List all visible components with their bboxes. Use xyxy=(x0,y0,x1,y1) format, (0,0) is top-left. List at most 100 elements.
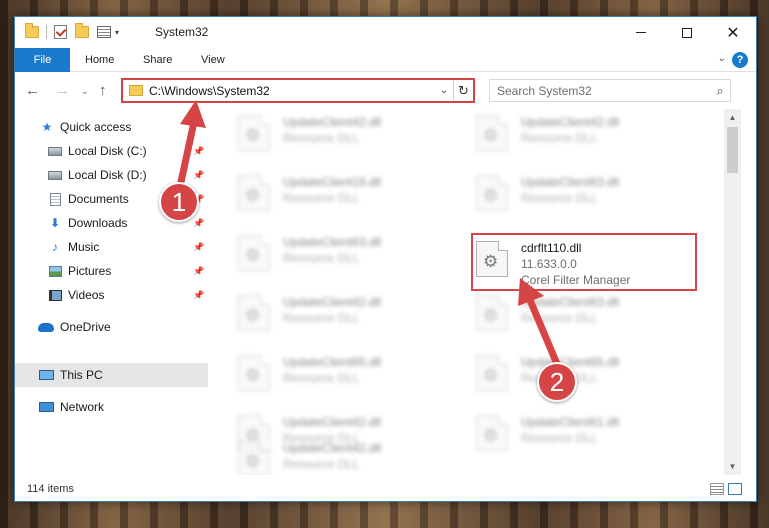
sidebar-item-label: Local Disk (D:) xyxy=(68,168,147,182)
dll-file-icon: ⚙ xyxy=(476,175,508,211)
file-type: Resource DLL xyxy=(283,457,360,471)
address-path[interactable]: C:\Windows\System32 xyxy=(149,84,435,98)
tab-view[interactable]: View xyxy=(201,48,225,72)
close-button[interactable]: ✕ xyxy=(710,17,756,48)
window-title: System32 xyxy=(155,25,209,39)
file-type: Resource DLL xyxy=(283,371,360,385)
properties-icon[interactable] xyxy=(97,26,111,38)
dll-file-icon: ⚙ xyxy=(476,415,508,451)
scrollbar-thumb[interactable] xyxy=(727,127,738,173)
close-icon: ✕ xyxy=(726,24,740,42)
search-icon[interactable]: ⌕ xyxy=(710,83,730,99)
item-count: 114 items xyxy=(27,483,74,495)
file-name: UpdateClient42.dll xyxy=(283,115,382,129)
file-highlight-box xyxy=(471,233,697,291)
sidebar-item-pictures[interactable]: Pictures 📌 xyxy=(15,259,208,283)
sidebar-item-label: Local Disk (C:) xyxy=(68,144,147,158)
file-tile[interactable]: ⚙ UpdateClient65.dll Resource DLL xyxy=(228,349,448,397)
search-input[interactable]: Search System32 xyxy=(497,84,710,98)
file-name: UpdateClient63.dll xyxy=(283,235,382,249)
tab-share[interactable]: Share xyxy=(143,48,172,72)
refresh-icon[interactable]: ↻ xyxy=(453,80,473,101)
file-type: Resource DLL xyxy=(283,191,360,205)
sidebar-item-onedrive[interactable]: OneDrive xyxy=(15,315,208,339)
forward-arrow-icon[interactable]: → xyxy=(55,82,70,99)
properties-check-icon[interactable] xyxy=(54,25,67,39)
pin-icon: 📌 xyxy=(193,241,205,252)
file-tile[interactable]: ⚙ UpdateClient42.dll Resource DLL xyxy=(466,109,686,157)
pin-icon: 📌 xyxy=(193,145,205,156)
disk-icon xyxy=(47,168,63,182)
sidebar-item-label: Music xyxy=(68,240,100,254)
dll-file-icon: ⚙ xyxy=(238,175,270,211)
dll-file-icon: ⚙ xyxy=(238,235,270,271)
this-pc-icon xyxy=(38,368,54,382)
address-bar[interactable]: C:\Windows\System32 ⌄ ↻ xyxy=(121,78,475,103)
disk-icon xyxy=(47,144,63,158)
file-tile[interactable]: ⚙ UpdateClient65.dll Resource DLL xyxy=(466,349,686,397)
file-list: ⚙ UpdateClient42.dll Resource DLL ⚙ Upda… xyxy=(208,109,724,475)
sidebar-item-quick-access[interactable]: ★ Quick access xyxy=(15,115,208,139)
file-tile[interactable]: ⚙ UpdateClient42.dll Resource DLL xyxy=(228,289,448,337)
file-name: UpdateClient65.dll xyxy=(283,355,382,369)
file-type: Resource DLL xyxy=(521,191,598,205)
file-tile[interactable]: ⚙ UpdateClient63.dll Resource DLL xyxy=(466,169,686,217)
scroll-up-arrow-icon[interactable]: ▲ xyxy=(724,109,741,126)
file-tile[interactable]: ⚙ UpdateClient63.dll Resource DLL xyxy=(228,229,448,277)
file-tile[interactable]: ⚙ UpdateClient61.dll Resource DLL xyxy=(466,409,686,457)
dll-file-icon: ⚙ xyxy=(476,355,508,391)
file-type: Resource DLL xyxy=(283,311,360,325)
minimize-button[interactable] xyxy=(618,17,664,48)
sidebar-item-music[interactable]: ♪ Music 📌 xyxy=(15,235,208,259)
customize-toolbar-dropdown[interactable]: ▾ xyxy=(115,28,119,37)
search-box[interactable]: Search System32 ⌕ xyxy=(489,79,731,102)
help-icon[interactable]: ? xyxy=(732,52,748,68)
documents-icon xyxy=(47,192,63,206)
sidebar-item-network[interactable]: Network xyxy=(15,395,208,419)
back-arrow-icon[interactable]: ← xyxy=(25,82,40,99)
file-type: Resource DLL xyxy=(283,131,360,145)
videos-icon xyxy=(47,288,63,302)
sidebar-item-this-pc[interactable]: This PC xyxy=(15,363,208,387)
ribbon: File Home Share View ⌄ ? xyxy=(15,48,756,72)
vertical-scrollbar[interactable]: ▲ ▼ xyxy=(724,109,741,475)
scroll-down-arrow-icon[interactable]: ▼ xyxy=(724,458,741,475)
new-folder-icon[interactable] xyxy=(75,23,89,38)
music-icon: ♪ xyxy=(52,240,58,254)
tab-home[interactable]: Home xyxy=(85,48,114,72)
title-bar: ▾ System32 ✕ xyxy=(15,17,756,48)
file-tile[interactable]: ⚙ UpdateClient63.dll Resource DLL xyxy=(466,289,686,337)
sidebar-item-label: Pictures xyxy=(68,264,112,278)
sidebar-item-local-disk-c[interactable]: Local Disk (C:) 📌 xyxy=(15,139,208,163)
pictures-icon xyxy=(47,264,63,278)
details-view-icon[interactable] xyxy=(710,483,724,495)
recent-locations-chevron-icon[interactable]: ⌄ xyxy=(81,86,89,97)
minimize-icon xyxy=(636,32,646,33)
sidebar-item-label: Videos xyxy=(68,288,105,302)
file-type: Resource DLL xyxy=(521,131,598,145)
file-tile[interactable]: ⚙ UpdateClient42.dll Resource DLL xyxy=(228,109,448,157)
dll-file-icon: ⚙ xyxy=(238,115,270,151)
step-1-badge: 1 xyxy=(159,182,199,222)
file-name: UpdateClient19.dll xyxy=(283,175,382,189)
pin-icon: 📌 xyxy=(193,217,205,228)
dll-file-icon: ⚙ xyxy=(238,355,270,391)
file-type: Resource DLL xyxy=(521,431,598,445)
navigation-bar: ← → ⌄ ↑ C:\Windows\System32 ⌄ ↻ Search S… xyxy=(15,73,756,109)
step-2-badge: 2 xyxy=(537,362,577,402)
large-icons-view-icon[interactable] xyxy=(728,483,742,495)
sidebar-item-videos[interactable]: Videos 📌 xyxy=(15,283,208,307)
file-tile[interactable]: ⚙ UpdateClient42.dll Resource DLL xyxy=(228,425,448,475)
file-tile[interactable]: ⚙ UpdateClient19.dll Resource DLL xyxy=(228,169,448,217)
sidebar-item-label: Downloads xyxy=(68,216,128,230)
toolbar-separator xyxy=(46,25,47,39)
up-arrow-icon[interactable]: ↑ xyxy=(99,82,107,99)
address-history-chevron-icon[interactable]: ⌄ xyxy=(435,85,453,96)
file-name: UpdateClient42.dll xyxy=(521,115,620,129)
dll-file-icon: ⚙ xyxy=(238,441,270,475)
maximize-button[interactable] xyxy=(664,17,710,48)
sidebar-item-label: Network xyxy=(60,400,105,414)
expand-ribbon-chevron-icon[interactable]: ⌄ xyxy=(718,53,726,64)
file-name: UpdateClient42.dll xyxy=(283,441,382,455)
tab-file[interactable]: File xyxy=(15,48,70,72)
